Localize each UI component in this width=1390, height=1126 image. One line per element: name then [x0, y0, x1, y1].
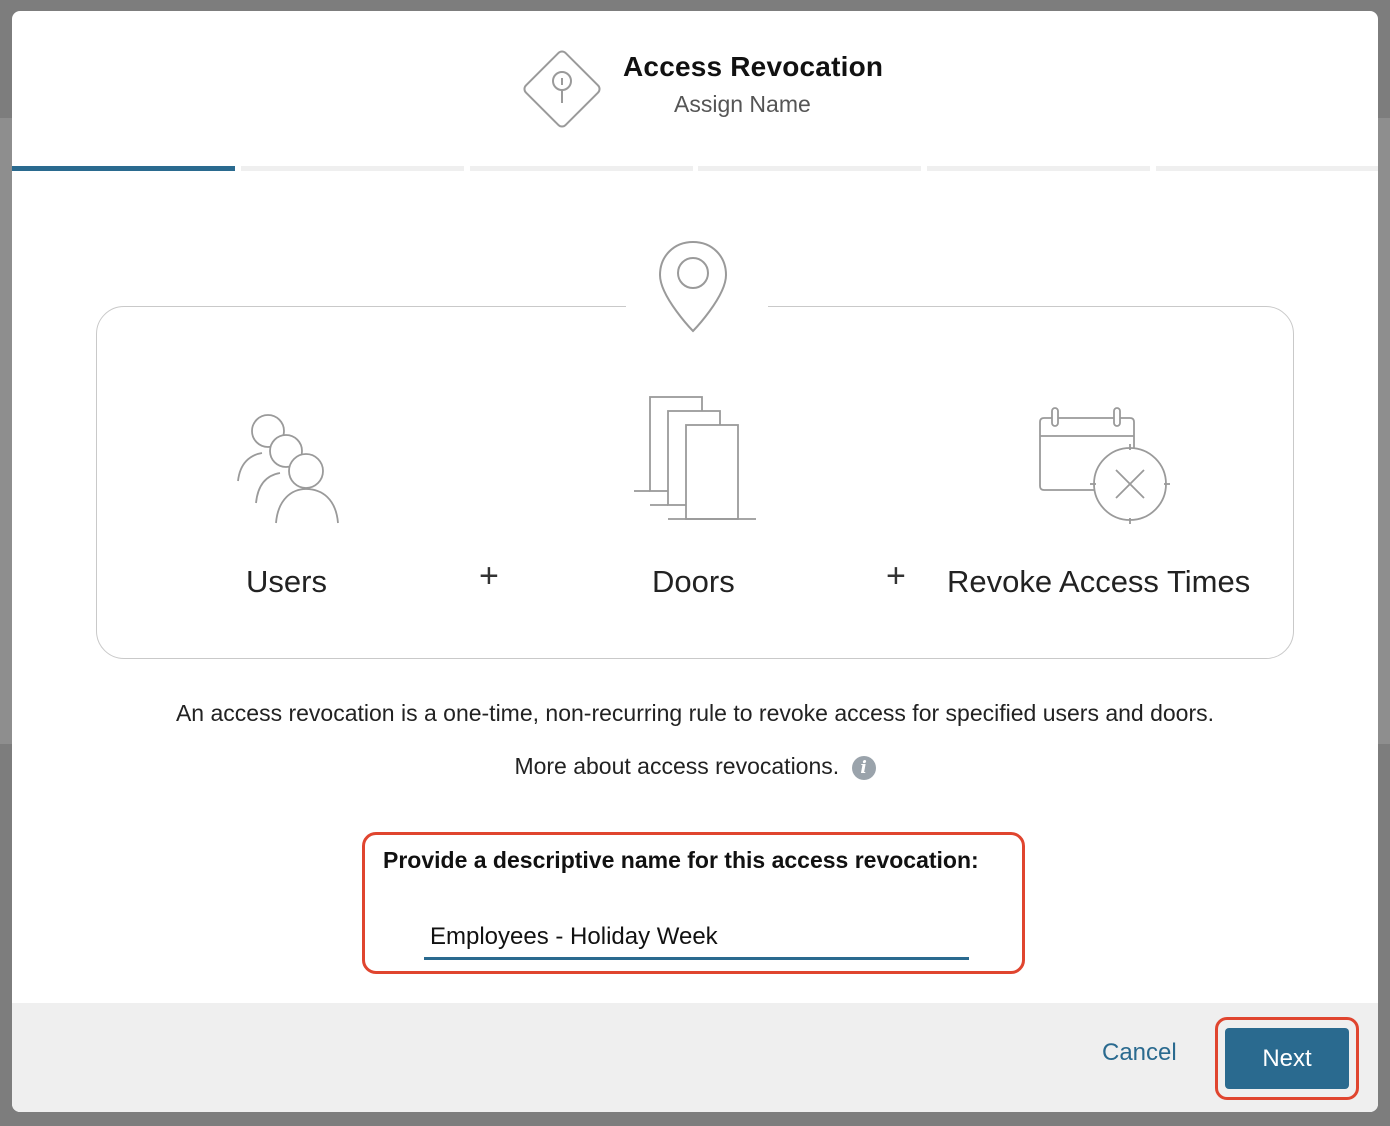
info-icon[interactable]: i: [851, 755, 876, 780]
name-field-label: Provide a descriptive name for this acce…: [383, 847, 979, 873]
location-pin-icon: [658, 240, 728, 333]
next-button-highlight: Next: [1215, 1017, 1359, 1100]
plus-operator: +: [479, 557, 499, 595]
progress-step-1: [12, 166, 235, 171]
name-form-highlight: Provide a descriptive name for this acce…: [362, 832, 1025, 974]
step-progress-bar: [12, 166, 1378, 171]
progress-step-2: [241, 166, 464, 171]
description-text: An access revocation is a one-time, non-…: [175, 700, 1215, 726]
dialog-subtitle: Assign Name: [674, 91, 811, 117]
progress-step-5: [927, 166, 1150, 171]
backdrop: [0, 118, 12, 744]
users-group-icon: [237, 414, 339, 524]
dialog-header: Access Revocation Assign Name: [12, 11, 1378, 166]
more-about-link[interactable]: More about access revocations.: [514, 753, 839, 779]
diagram-item-doors: Doors: [652, 564, 735, 599]
diagram-item-users: Users: [246, 564, 327, 599]
keyhole-diamond-icon: [523, 50, 601, 128]
progress-step-4: [698, 166, 921, 171]
next-button[interactable]: Next: [1225, 1028, 1349, 1089]
progress-step-3: [470, 166, 693, 171]
dialog-footer: Cancel Next: [12, 1003, 1378, 1112]
more-info-row: More about access revocations. i: [12, 753, 1378, 780]
progress-step-6: [1156, 166, 1378, 171]
revocation-name-input[interactable]: [424, 917, 969, 960]
plus-operator: +: [886, 557, 906, 595]
calendar-cancel-icon: [1039, 407, 1170, 524]
cancel-button[interactable]: Cancel: [1092, 1033, 1187, 1073]
backdrop: [1378, 118, 1390, 744]
doors-icon: [634, 396, 756, 520]
access-revocation-dialog: Access Revocation Assign Name Users + Do…: [12, 11, 1378, 1112]
diagram-item-revoke-access-times: Revoke Access Times: [947, 564, 1251, 599]
dialog-title: Access Revocation: [623, 51, 884, 82]
